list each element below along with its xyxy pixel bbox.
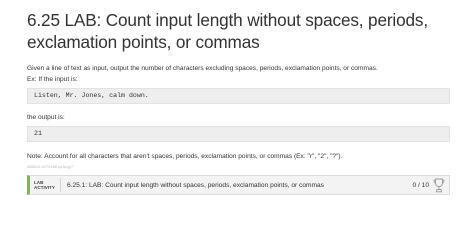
lab-page: 6.25 LAB: Count input length without spa… (0, 0, 474, 200)
content-id: 386614.4270186.qx3zqy7 (27, 164, 74, 169)
example-output-code: 21 (27, 126, 450, 142)
lab-description: Given a line of text as input, output th… (27, 65, 378, 72)
example-output-label: the output is: (27, 114, 65, 121)
lab-score: 0 / 10 (412, 181, 430, 189)
example-input-label: Ex: If the input is: (27, 76, 78, 83)
lab-note: Note: Account for all characters that ar… (27, 153, 343, 160)
lab-tag-line2: ACTIVITY (34, 185, 55, 190)
trophy-icon (433, 178, 445, 192)
lab-activity-title[interactable]: 6.25.1: LAB: Count input length without … (67, 181, 413, 190)
lab-activity-tag: LAB ACTIVITY (30, 180, 60, 191)
page-title: 6.25 LAB: Count input length without spa… (27, 10, 428, 52)
lab-bar-divider (60, 178, 61, 192)
example-input-code: Listen, Mr. Jones, calm down. (27, 88, 450, 104)
lab-activity-bar[interactable]: LAB ACTIVITY 6.25.1: LAB: Count input le… (27, 175, 450, 195)
